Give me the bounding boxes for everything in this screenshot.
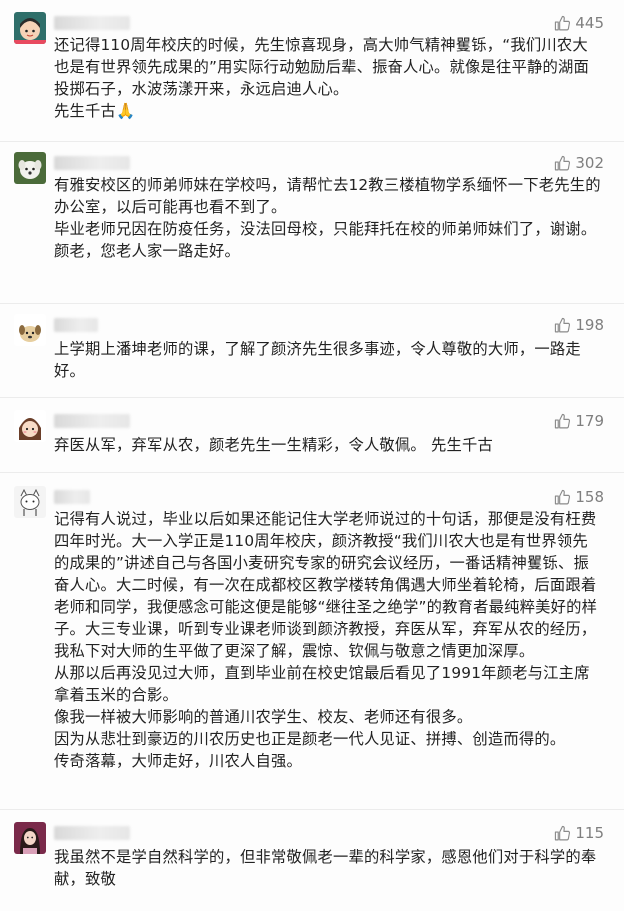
thumbs-up-icon: [555, 155, 571, 170]
like-button[interactable]: 445: [554, 14, 604, 32]
comment-paragraph: 我虽然不是学自然科学的，但非常敬佩老一辈的科学家，感恩他们对于科学的奉献，致敬: [54, 848, 597, 888]
divider: [0, 472, 624, 473]
comment-text: 记得有人说过，毕业以后如果还能记住大学老师说过的十句话，那便是没有枉费四年时光。…: [54, 508, 602, 772]
like-button[interactable]: 198: [554, 316, 604, 334]
thumbs-up-icon: [555, 317, 571, 332]
cartoon-girl-avatar[interactable]: [14, 410, 46, 442]
comment-paragraph: 先生千古🙏: [54, 102, 136, 120]
cartoon-dog-avatar[interactable]: [14, 314, 46, 346]
username-blurred[interactable]: [54, 318, 98, 332]
thumbs-up-icon: [555, 825, 571, 840]
like-count: 115: [575, 824, 604, 842]
like-count: 302: [575, 154, 604, 172]
thumbs-up-icon: [555, 489, 571, 504]
comment-text: 我虽然不是学自然科学的，但非常敬佩老一辈的科学家，感恩他们对于科学的奉献，致敬: [54, 846, 602, 890]
comment-paragraph: 像我一样被大师影响的普通川农学生、校友、老师还有很多。: [54, 708, 473, 726]
like-button[interactable]: 115: [554, 824, 604, 842]
comment-paragraph: 弃医从军，弃军从农，颜老先生一生精彩，令人敬佩。 先生千古: [54, 436, 493, 454]
white-dog-avatar[interactable]: [14, 152, 46, 184]
like-count: 179: [575, 412, 604, 430]
like-count: 158: [575, 488, 604, 506]
like-count: 198: [575, 316, 604, 334]
comment-paragraph: 颜老，您老人家一路走好。: [54, 242, 240, 260]
divider: [0, 397, 624, 398]
comment-paragraph: 毕业老师兄因在防疫任务，没法回母校，只能拜托在校的师弟师妹们了，谢谢。: [54, 220, 597, 238]
username-blurred[interactable]: [54, 156, 130, 170]
thumbs-up-icon: [555, 15, 571, 30]
divider: [0, 141, 624, 142]
girl-portrait-avatar[interactable]: [14, 822, 46, 854]
comment-paragraph: 从那以后再没见过大师，直到毕业前在校史馆最后看见了1991年颜老与江主席拿着玉米…: [54, 664, 590, 704]
divider: [0, 809, 624, 810]
thumbs-up-icon: [555, 413, 571, 428]
like-button[interactable]: 158: [554, 488, 604, 506]
username-blurred[interactable]: [54, 490, 90, 504]
username-blurred[interactable]: [54, 414, 130, 428]
comment-paragraph: 还记得110周年校庆的时候，先生惊喜现身，高大帅气精神矍铄，“我们川农大也是有世…: [54, 36, 590, 98]
comment-paragraph: 因为从悲壮到豪迈的川农历史也正是颜老一代人见证、拼搏、创造而得的。: [54, 730, 566, 748]
like-button[interactable]: 302: [554, 154, 604, 172]
comment-paragraph: 有雅安校区的师弟师妹在学校吗，请帮忙去12教三楼植物学系缅怀一下老先生的办公室，…: [54, 176, 601, 216]
comment-text: 上学期上潘坤老师的课，了解了颜济先生很多事迹，令人尊敬的大师，一路走好。: [54, 338, 602, 382]
username-blurred[interactable]: [54, 826, 130, 840]
like-count: 445: [575, 14, 604, 32]
like-button[interactable]: 179: [554, 412, 604, 430]
cat-avatar[interactable]: [14, 486, 46, 518]
cartoon-girl-avatar[interactable]: [14, 12, 46, 44]
divider: [0, 303, 624, 304]
comment-text: 还记得110周年校庆的时候，先生惊喜现身，高大帅气精神矍铄，“我们川农大也是有世…: [54, 34, 602, 122]
comment-text: 有雅安校区的师弟师妹在学校吗，请帮忙去12教三楼植物学系缅怀一下老先生的办公室，…: [54, 174, 602, 262]
comment-paragraph: 传奇落幕，大师走好，川农人自强。: [54, 752, 302, 770]
comment-paragraph: 上学期上潘坤老师的课，了解了颜济先生很多事迹，令人尊敬的大师，一路走好。: [54, 340, 581, 380]
comments-list: 445 还记得110周年校庆的时候，先生惊喜现身，高大帅气精神矍铄，“我们川农大…: [0, 0, 624, 911]
username-blurred[interactable]: [54, 16, 130, 30]
comment-text: 弃医从军，弃军从农，颜老先生一生精彩，令人敬佩。 先生千古: [54, 434, 602, 456]
comment-paragraph: 记得有人说过，毕业以后如果还能记住大学老师说过的十句话，那便是没有枉费四年时光。…: [54, 510, 598, 660]
